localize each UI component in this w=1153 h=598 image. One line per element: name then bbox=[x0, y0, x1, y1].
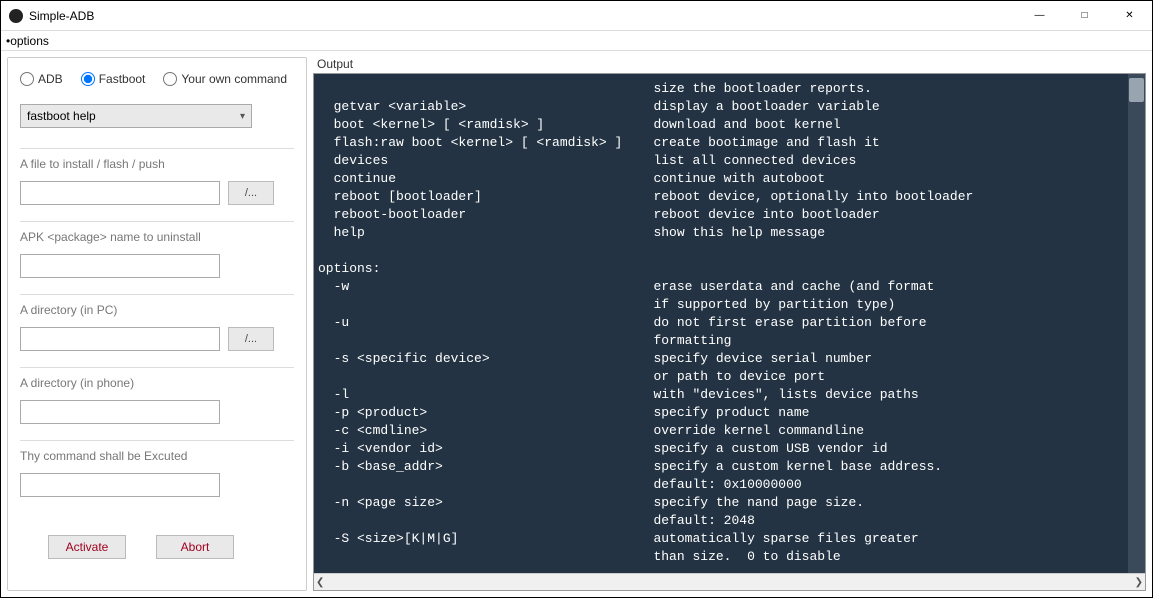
radio-fastboot-input[interactable] bbox=[81, 72, 95, 86]
abort-button[interactable]: Abort bbox=[156, 535, 234, 559]
radio-adb[interactable]: ADB bbox=[20, 72, 63, 86]
radio-adb-label: ADB bbox=[38, 72, 63, 86]
vertical-scrollbar[interactable] bbox=[1128, 74, 1145, 573]
output-label: Output bbox=[313, 57, 1146, 73]
radio-fastboot-label: Fastboot bbox=[99, 72, 146, 86]
mode-radios: ADB Fastboot Your own command bbox=[20, 72, 294, 86]
right-panel: Output size the bootloader reports. getv… bbox=[313, 57, 1146, 591]
apk-input[interactable] bbox=[20, 254, 220, 278]
radio-adb-input[interactable] bbox=[20, 72, 34, 86]
output-text: size the bootloader reports. getvar <var… bbox=[318, 81, 973, 564]
window-controls: — □ ✕ bbox=[1017, 1, 1152, 30]
group-file-label: A file to install / flash / push bbox=[20, 157, 294, 171]
titlebar: Simple-ADB — □ ✕ bbox=[1, 1, 1152, 31]
radio-own[interactable]: Your own command bbox=[163, 72, 287, 86]
scroll-left-icon[interactable]: ❮ bbox=[316, 577, 324, 588]
scroll-right-icon[interactable]: ❯ bbox=[1135, 577, 1143, 588]
group-apk: APK <package> name to uninstall bbox=[20, 221, 294, 278]
action-row: Activate Abort bbox=[20, 535, 294, 559]
radio-own-label: Your own command bbox=[181, 72, 287, 86]
minimize-button[interactable]: — bbox=[1017, 1, 1062, 30]
file-browse-button[interactable]: /... bbox=[228, 181, 274, 205]
group-dirphone: A directory (in phone) bbox=[20, 367, 294, 424]
chevron-down-icon: ▾ bbox=[240, 111, 245, 122]
terminal-container: size the bootloader reports. getvar <var… bbox=[313, 73, 1146, 591]
output-terminal[interactable]: size the bootloader reports. getvar <var… bbox=[314, 74, 1145, 573]
group-dirphone-label: A directory (in phone) bbox=[20, 376, 294, 390]
group-dirpc-label: A directory (in PC) bbox=[20, 303, 294, 317]
dirphone-input[interactable] bbox=[20, 400, 220, 424]
group-dirpc: A directory (in PC) /... bbox=[20, 294, 294, 351]
command-combo[interactable]: fastboot help ▾ bbox=[20, 104, 252, 128]
left-panel: ADB Fastboot Your own command fastboot h… bbox=[7, 57, 307, 591]
cmd-input[interactable] bbox=[20, 473, 220, 497]
menu-options[interactable]: options bbox=[6, 34, 49, 48]
group-cmd-label: Thy command shall be Excuted bbox=[20, 449, 294, 463]
radio-own-input[interactable] bbox=[163, 72, 177, 86]
maximize-button[interactable]: □ bbox=[1062, 1, 1107, 30]
file-input[interactable] bbox=[20, 181, 220, 205]
dirpc-browse-button[interactable]: /... bbox=[228, 327, 274, 351]
close-button[interactable]: ✕ bbox=[1107, 1, 1152, 30]
window-title: Simple-ADB bbox=[29, 9, 94, 23]
content-area: ADB Fastboot Your own command fastboot h… bbox=[1, 51, 1152, 597]
command-combo-value: fastboot help bbox=[27, 109, 96, 123]
radio-fastboot[interactable]: Fastboot bbox=[81, 72, 146, 86]
activate-button[interactable]: Activate bbox=[48, 535, 126, 559]
menubar: options bbox=[1, 31, 1152, 51]
group-cmd: Thy command shall be Excuted bbox=[20, 440, 294, 497]
app-icon bbox=[9, 9, 23, 23]
horizontal-scrollbar[interactable]: ❮ ❯ bbox=[314, 573, 1145, 590]
group-file: A file to install / flash / push /... bbox=[20, 148, 294, 205]
scrollbar-thumb[interactable] bbox=[1129, 78, 1144, 102]
group-apk-label: APK <package> name to uninstall bbox=[20, 230, 294, 244]
dirpc-input[interactable] bbox=[20, 327, 220, 351]
